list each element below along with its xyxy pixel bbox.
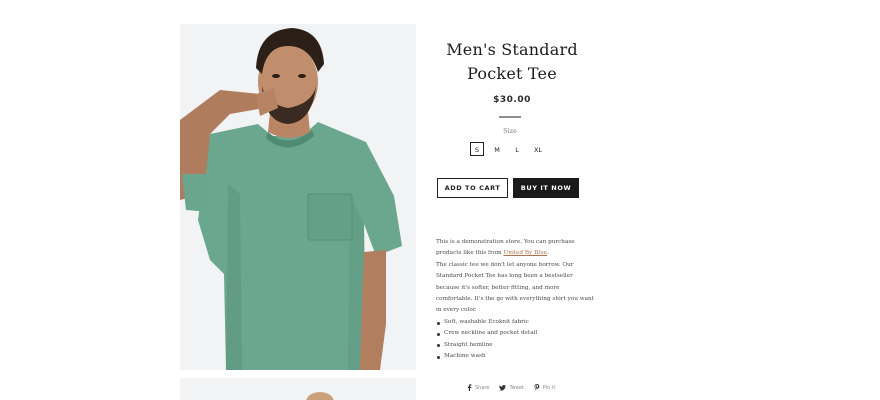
description-body: The classic tee we don't let anyone borr…: [436, 261, 594, 314]
share-pinterest-button[interactable]: Pin it: [534, 384, 555, 391]
share-facebook-button[interactable]: Share: [467, 384, 489, 391]
product-title-line1: Men's Standard: [446, 40, 578, 59]
product-title: Men's Standard Pocket Tee: [436, 38, 588, 86]
product-price: $30.00: [493, 95, 531, 105]
share-pinterest-label: Pin it: [542, 384, 556, 391]
buy-it-now-button[interactable]: BUY IT NOW: [513, 178, 579, 198]
divider: [499, 116, 521, 118]
feature-item: Crew neckline and pocket detail: [436, 328, 537, 339]
feature-item: Soft, washable Ecoknit fabric: [436, 317, 537, 328]
product-title-line2: Pocket Tee: [467, 64, 557, 83]
add-to-cart-button[interactable]: ADD TO CART: [437, 178, 508, 198]
product-image-thumbnail[interactable]: [180, 378, 416, 400]
size-selector: S M L XL: [470, 142, 546, 156]
size-label: Size: [503, 127, 517, 135]
product-page: Men's Standard Pocket Tee $30.00 Size S …: [0, 0, 880, 400]
description-intro: This is a demonstration store. You can p…: [436, 237, 596, 260]
size-option-s[interactable]: S: [470, 142, 484, 156]
facebook-icon: [467, 384, 472, 391]
share-facebook-label: Share: [475, 384, 490, 391]
model-photo: [180, 24, 416, 370]
size-option-xl[interactable]: XL: [530, 142, 546, 156]
size-option-m[interactable]: M: [490, 142, 504, 156]
social-share: Share Tweet Pin it: [467, 384, 555, 391]
product-image-main[interactable]: [180, 24, 416, 370]
product-description: This is a demonstration store. You can p…: [436, 237, 596, 317]
share-twitter-button[interactable]: Tweet: [499, 384, 524, 391]
united-by-blue-link[interactable]: United By Blue: [504, 250, 548, 256]
size-option-l[interactable]: L: [510, 142, 524, 156]
share-twitter-label: Tweet: [509, 384, 524, 391]
twitter-icon: [499, 384, 507, 391]
pinterest-icon: [534, 384, 540, 391]
description-intro-end: .: [547, 250, 549, 257]
feature-item: Machine wash: [436, 351, 537, 362]
feature-item: Straight hemline: [436, 340, 537, 351]
feature-list: Soft, washable Ecoknit fabric Crew neckl…: [436, 317, 537, 363]
thumbnail-photo: [180, 378, 416, 400]
